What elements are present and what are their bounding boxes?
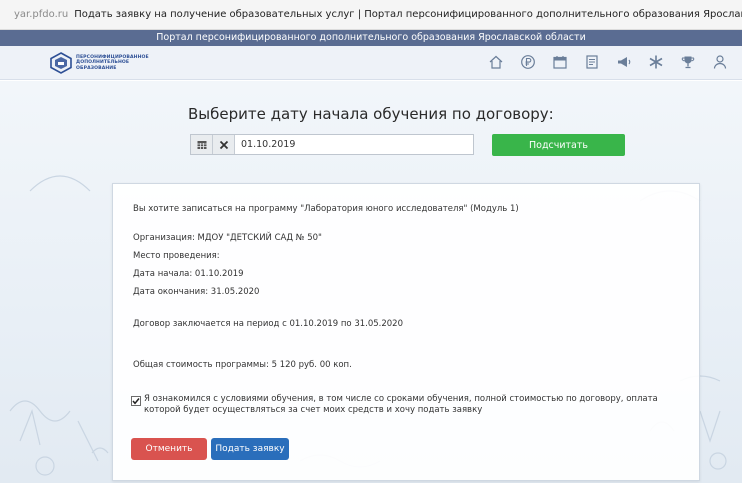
site-header: ПЕРСОНИФИЦИРОВАННОЕ ДОПОЛНИТЕЛЬНОЕ ОБРАЗ… bbox=[0, 46, 742, 80]
user-icon[interactable] bbox=[710, 52, 730, 72]
date-input[interactable] bbox=[235, 135, 473, 154]
agree-row: Я ознакомился с условиями обучения, в то… bbox=[131, 394, 686, 416]
document-icon[interactable] bbox=[582, 52, 602, 72]
nav-icons bbox=[486, 52, 730, 72]
calendar-grid-icon bbox=[197, 140, 206, 149]
agree-checkbox[interactable] bbox=[131, 396, 141, 406]
calendar-open-button[interactable] bbox=[191, 135, 213, 154]
cancel-button[interactable]: Отменить bbox=[131, 438, 207, 460]
total-cost-line: Общая стоимость программы: 5 120 руб. 00… bbox=[133, 360, 352, 370]
browser-domain[interactable]: yar.pfdo.ru bbox=[14, 9, 68, 20]
star-icon[interactable] bbox=[646, 52, 666, 72]
end-date-line: Дата окончания: 31.05.2020 bbox=[133, 287, 260, 297]
program-line: Вы хотите записаться на программу "Лабор… bbox=[133, 204, 519, 214]
date-picker-title: Выберите дату начала обучения по договор… bbox=[188, 105, 554, 123]
checkmark-icon bbox=[132, 398, 140, 405]
browser-title-bar: yar.pfdo.ru Подать заявку на получение о… bbox=[0, 0, 742, 30]
browser-page-title: Подать заявку на получение образовательн… bbox=[74, 9, 742, 20]
megaphone-icon[interactable] bbox=[614, 52, 634, 72]
portal-strip-title: Портал персонифицированного дополнительн… bbox=[0, 30, 742, 46]
logo-text: ПЕРСОНИФИЦИРОВАННОЕ ДОПОЛНИТЕЛЬНОЕ ОБРАЗ… bbox=[76, 54, 149, 71]
logo-mark-icon bbox=[50, 52, 72, 74]
ruble-icon[interactable] bbox=[518, 52, 538, 72]
place-line: Место проведения: bbox=[133, 251, 220, 261]
agree-text[interactable]: Я ознакомился с условиями обучения, в то… bbox=[144, 394, 686, 416]
calculate-button[interactable]: Подсчитать bbox=[492, 134, 625, 156]
calendar-icon[interactable] bbox=[550, 52, 570, 72]
main-content: Выберите дату начала обучения по договор… bbox=[0, 81, 742, 483]
trophy-icon[interactable] bbox=[678, 52, 698, 72]
site-logo[interactable]: ПЕРСОНИФИЦИРОВАННОЕ ДОПОЛНИТЕЛЬНОЕ ОБРАЗ… bbox=[50, 52, 149, 74]
organization-line: Организация: МДОУ "ДЕТСКИЙ САД № 50" bbox=[133, 233, 322, 243]
close-icon bbox=[219, 140, 228, 149]
start-date-line: Дата начала: 01.10.2019 bbox=[133, 269, 244, 279]
submit-application-button[interactable]: Подать заявку bbox=[211, 438, 289, 460]
application-card: Вы хотите записаться на программу "Лабор… bbox=[112, 183, 700, 481]
contract-period-line: Договор заключается на период с 01.10.20… bbox=[133, 319, 403, 329]
date-clear-button[interactable] bbox=[213, 135, 235, 154]
home-icon[interactable] bbox=[486, 52, 506, 72]
date-picker bbox=[190, 134, 474, 155]
